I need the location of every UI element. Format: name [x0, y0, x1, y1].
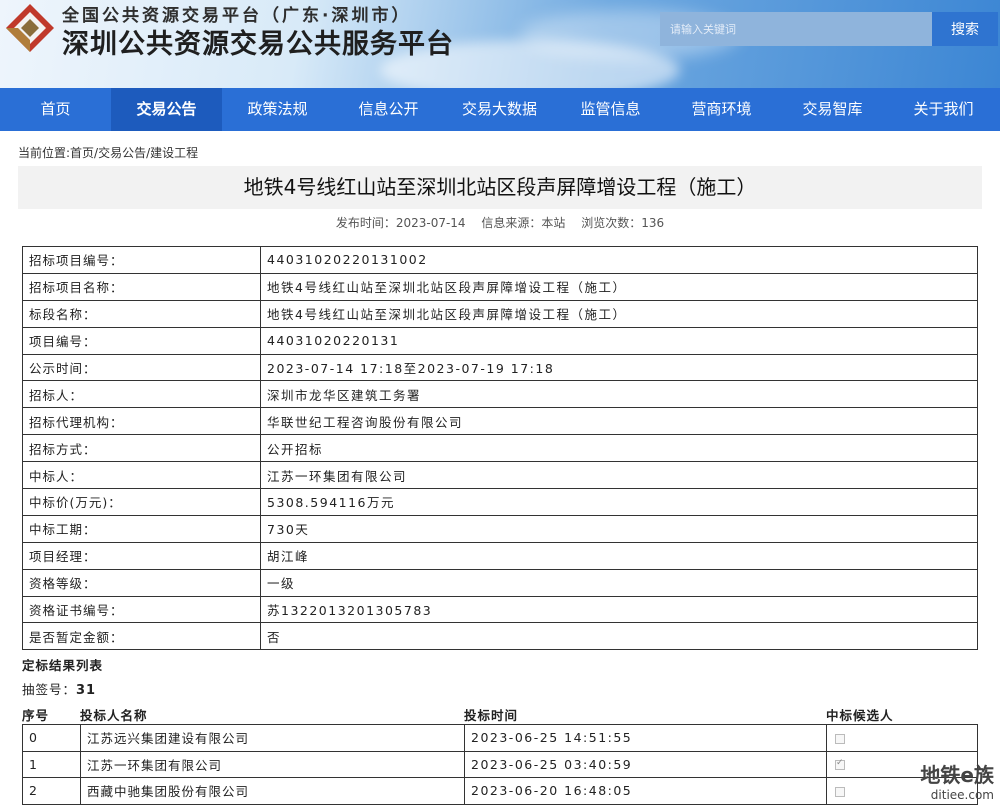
- lottery-value: 31: [76, 683, 97, 698]
- info-key: 招标代理机构：: [22, 407, 261, 436]
- table-row: 项目编号： 44031020220131: [22, 326, 978, 355]
- table-row: 中标价(万元)： 5308.594116万元: [22, 488, 978, 516]
- info-key: 资格证书编号：: [22, 595, 261, 624]
- main-nav: 首页 交易公告 政策法规 信息公开 交易大数据 监管信息 营商环境 交易智库 关…: [0, 88, 1000, 131]
- info-value: 苏1322013201305783: [260, 595, 978, 624]
- table-row: 1 江苏一环集团有限公司 2023-06-25 03:40:59: [22, 750, 978, 778]
- info-key: 标段名称：: [22, 299, 261, 328]
- table-row: 标段名称： 地铁4号线红山站至深圳北站区段声屏障增设工程（施工）: [22, 299, 978, 328]
- info-key: 项目编号：: [22, 326, 261, 355]
- candidate-cell: [826, 724, 978, 752]
- view-count: 浏览次数：136: [581, 216, 665, 230]
- info-value: 地铁4号线红山站至深圳北站区段声屏障增设工程（施工）: [260, 299, 978, 328]
- bid-time: 2023-06-25 14:51:55: [464, 724, 827, 752]
- info-key: 中标人：: [22, 461, 261, 490]
- info-key: 项目经理：: [22, 541, 261, 570]
- table-row: 中标工期： 730天: [22, 514, 978, 543]
- header-bid-time: 投标时间: [464, 708, 519, 723]
- article-meta: 发布时间：2023-07-14 信息来源：本站 浏览次数：136: [18, 214, 982, 231]
- info-value: 44031020220131002: [260, 246, 978, 274]
- watermark-text: 地铁e族: [920, 763, 994, 787]
- table-row: 招标项目编号： 44031020220131002: [22, 246, 978, 274]
- table-row: 资格证书编号： 苏1322013201305783: [22, 595, 978, 624]
- site-header: 全国公共资源交易平台（广东·深圳市） 深圳公共资源交易公共服务平台 搜索: [0, 0, 1000, 88]
- bidder-name: 西藏中驰集团股份有限公司: [80, 777, 465, 805]
- nav-item-announcements[interactable]: 交易公告: [111, 88, 222, 131]
- info-value: 2023-07-14 17:18至2023-07-19 17:18: [260, 353, 978, 382]
- site-logo-icon: [6, 4, 54, 52]
- info-value: 730天: [260, 514, 978, 543]
- info-value: 深圳市龙华区建筑工务署: [260, 380, 978, 409]
- info-key: 招标人：: [22, 380, 261, 409]
- watermark: 地铁e族 ditiee.com: [920, 759, 994, 802]
- row-no: 1: [22, 750, 81, 778]
- header-candidate: 中标候选人: [826, 708, 894, 723]
- info-value: 江苏一环集团有限公司: [260, 461, 978, 490]
- info-key: 中标价(万元)：: [22, 488, 261, 516]
- candidate-checkbox[interactable]: [835, 733, 845, 744]
- info-key: 是否暂定金额：: [22, 622, 261, 651]
- info-value: 地铁4号线红山站至深圳北站区段声屏障增设工程（施工）: [260, 272, 978, 301]
- nav-item-about[interactable]: 关于我们: [888, 88, 999, 131]
- lottery-label: 抽签号：: [22, 682, 77, 697]
- platform-title: 深圳公共资源交易公共服务平台: [62, 29, 454, 60]
- nav-item-home[interactable]: 首页: [0, 88, 111, 131]
- table-row: 是否暂定金额：否: [22, 622, 978, 651]
- table-row: 中标人： 江苏一环集团有限公司: [22, 461, 978, 490]
- row-no: 2: [22, 777, 81, 805]
- nav-item-supervision[interactable]: 监管信息: [555, 88, 666, 131]
- table-row: 项目经理： 胡江峰: [22, 541, 978, 570]
- table-row: 资格等级： 一级: [22, 568, 978, 597]
- publish-time: 发布时间：2023-07-14: [335, 216, 466, 230]
- table-row: 2 西藏中驰集团股份有限公司 2023-06-20 16:48:05: [22, 777, 978, 805]
- bid-time: 2023-06-25 03:40:59: [464, 750, 827, 778]
- table-row: 公示时间： 2023-07-14 17:18至2023-07-19 17:18: [22, 353, 978, 382]
- search-input[interactable]: [660, 12, 932, 46]
- table-row: 招标人： 深圳市龙华区建筑工务署: [22, 380, 978, 409]
- info-key: 中标工期：: [22, 514, 261, 543]
- info-value: 一级: [260, 568, 978, 597]
- bid-time: 2023-06-20 16:48:05: [464, 777, 827, 805]
- table-row: 招标代理机构： 华联世纪工程咨询股份有限公司: [22, 407, 978, 436]
- page-title: 地铁4号线红山站至深圳北站区段声屏障增设工程（施工）: [18, 166, 982, 209]
- info-value: 华联世纪工程咨询股份有限公司: [260, 407, 978, 436]
- header-bidder-name: 投标人名称: [80, 708, 148, 723]
- result-table: 0 江苏远兴集团建设有限公司 2023-06-25 14:51:55 1 江苏一…: [22, 724, 978, 805]
- info-value: 公开招标: [260, 434, 978, 463]
- bid-info-table: 招标项目编号： 44031020220131002 招标项目名称： 地铁4号线红山站…: [22, 246, 978, 651]
- info-key: 招标项目编号：: [22, 246, 261, 274]
- breadcrumb: 当前位置:首页/交易公告/建设工程: [18, 146, 199, 160]
- candidate-checkbox[interactable]: [835, 786, 845, 797]
- lottery-number: 抽签号：31: [22, 679, 96, 698]
- table-row: 招标方式： 公开招标: [22, 434, 978, 463]
- header-no: 序号: [22, 708, 50, 723]
- bidder-name: 江苏远兴集团建设有限公司: [80, 724, 465, 752]
- bidder-name: 江苏一环集团有限公司: [80, 750, 465, 778]
- info-value: 否: [260, 622, 978, 651]
- info-value: 44031020220131: [260, 326, 978, 355]
- nav-item-business-env[interactable]: 营商环境: [666, 88, 777, 131]
- table-row: 招标项目名称： 地铁4号线红山站至深圳北站区段声屏障增设工程（施工）: [22, 272, 978, 301]
- table-row: 0 江苏远兴集团建设有限公司 2023-06-25 14:51:55: [22, 724, 978, 752]
- candidate-checkbox[interactable]: [835, 758, 845, 771]
- nav-item-disclosure[interactable]: 信息公开: [333, 88, 444, 131]
- result-list-title: 定标结果列表: [22, 658, 104, 673]
- info-key: 资格等级：: [22, 568, 261, 597]
- info-key: 公示时间：: [22, 353, 261, 382]
- nav-item-policies[interactable]: 政策法规: [222, 88, 333, 131]
- nav-item-big-data[interactable]: 交易大数据: [444, 88, 555, 131]
- info-source: 信息来源：本站: [481, 216, 566, 230]
- watermark-url: ditiee.com: [930, 788, 994, 802]
- search-button[interactable]: 搜索: [932, 12, 998, 46]
- info-key: 招标方式：: [22, 434, 261, 463]
- row-no: 0: [22, 724, 81, 752]
- info-value: 胡江峰: [260, 541, 978, 570]
- nav-item-think-tank[interactable]: 交易智库: [777, 88, 888, 131]
- info-value: 5308.594116万元: [260, 488, 978, 516]
- info-key: 招标项目名称：: [22, 272, 261, 301]
